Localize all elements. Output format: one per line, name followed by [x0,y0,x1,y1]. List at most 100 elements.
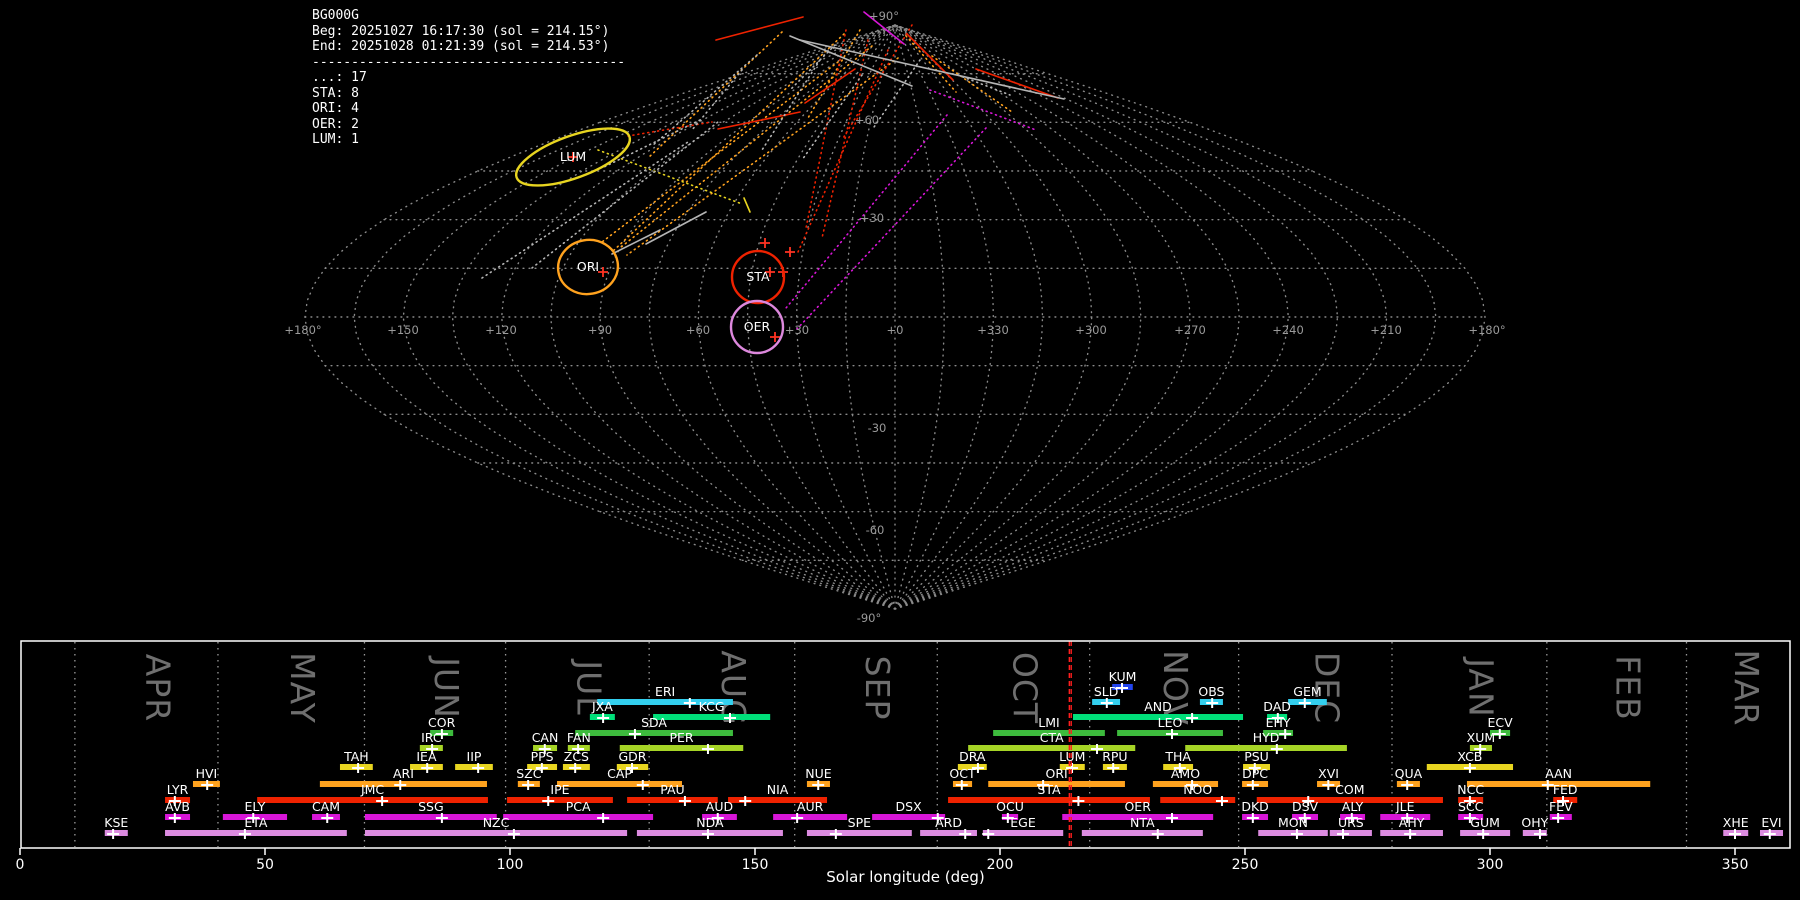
svg-text:+330: +330 [977,323,1009,337]
svg-text:ECV: ECV [1487,715,1513,730]
svg-text:ARD: ARD [935,815,962,830]
svg-text:CAN: CAN [532,730,559,745]
svg-text:FED: FED [1553,782,1578,797]
svg-text:DRA: DRA [959,749,986,764]
svg-text:+0: +0 [887,323,904,337]
svg-text:+30: +30 [860,211,884,225]
equator-labels: +180° +150 +120 +90 +60 +30 +0 +330 +300 +270 +240… [284,323,1505,337]
svg-text:PCA: PCA [566,799,591,814]
shower-CAM: CAM [312,799,340,823]
shower-OBS: OBS [1198,684,1225,708]
svg-text:JLE: JLE [1395,799,1415,814]
svg-text:HYD: HYD [1253,730,1280,745]
svg-text:KUM: KUM [1109,669,1137,684]
svg-text:+30: +30 [785,323,809,337]
svg-text:FEV: FEV [1549,799,1573,814]
svg-text:150: 150 [742,857,769,873]
shower-XCB: XCB [1426,749,1514,773]
svg-text:100: 100 [497,857,524,873]
svg-text:-30: -30 [868,421,887,435]
shower-TAH: TAH [339,749,373,773]
svg-text:DPC: DPC [1242,766,1268,781]
svg-text:+210: +210 [1370,323,1402,337]
svg-text:XUM: XUM [1467,730,1496,745]
svg-text:IIP: IIP [467,749,482,764]
svg-text:+120: +120 [485,323,517,337]
svg-text:IEA: IEA [416,749,437,764]
svg-text:HVI: HVI [196,766,218,781]
radiant-label-LUM: LUM [560,149,586,164]
shower-OCT: OCT [949,766,976,790]
svg-text:STA: STA [1037,782,1061,797]
svg-text:RPU: RPU [1102,749,1127,764]
svg-text:KCG: KCG [699,699,725,714]
svg-text:URS: URS [1338,815,1364,830]
svg-text:LEO: LEO [1158,715,1183,730]
info-block: BG000G Beg: 20251027 16:17:30 (sol = 214… [312,8,626,147]
svg-text:ERI: ERI [655,684,675,699]
svg-text:XHE: XHE [1723,815,1749,830]
svg-text:ARI: ARI [393,766,414,781]
shower-bars: KUM ERI SLD OBS GEM JXA KCG AND DAD COR SDA LMI LEO E… [104,669,1784,839]
shower-RPU: RPU [1102,749,1128,773]
svg-text:200: 200 [987,857,1014,873]
svg-text:350: 350 [1722,857,1749,873]
month-label-APR: APR [138,654,177,722]
svg-text:PPS: PPS [531,749,554,764]
month-label-FEB: FEB [1609,655,1648,720]
month-label-JUN: JUN [427,655,466,719]
svg-text:EVI: EVI [1761,815,1781,830]
month-labels: APR MAY JUN JUL AUG SEP OCT NOV DEC JAN FEB MAR [138,650,1766,727]
shower-ZCS: ZCS [562,749,590,773]
svg-text:OER: OER [1124,799,1151,814]
svg-text:-60: -60 [866,523,885,537]
svg-text:ORI: ORI [1045,766,1067,781]
svg-text:GEM: GEM [1293,684,1321,699]
svg-text:CTA: CTA [1040,730,1064,745]
svg-text:DAD: DAD [1263,699,1291,714]
svg-text:AUR: AUR [797,799,824,814]
shower-IIP: IIP [455,749,493,773]
svg-text:EGE: EGE [1010,815,1036,830]
svg-text:AAN: AAN [1545,766,1572,781]
svg-text:-90°: -90° [857,611,882,625]
svg-text:0: 0 [16,857,25,873]
svg-text:SSG: SSG [418,799,444,814]
svg-text:NDA: NDA [696,815,724,830]
svg-text:AVB: AVB [165,799,190,814]
sky-map: LUM ORI STA OER +180° +150 +120 +90 +60 +30 +0 +330… [284,9,1505,625]
svg-text:250: 250 [1232,857,1259,873]
shower-URS: URS [1329,815,1372,839]
svg-text:KSE: KSE [104,815,128,830]
svg-text:+90°: +90° [869,9,899,23]
svg-text:XVI: XVI [1318,766,1339,781]
meteor-radiant-report: LUM ORI STA OER +180° +150 +120 +90 +60 +30 +0 +330… [0,0,1800,900]
month-label-OCT: OCT [1005,652,1044,724]
svg-text:CAP: CAP [607,766,632,781]
svg-text:SZC: SZC [516,766,541,781]
svg-text:50: 50 [256,857,274,873]
svg-text:AND: AND [1144,699,1172,714]
shower-KSE: KSE [104,815,128,839]
svg-text:JMC: JMC [360,782,384,797]
svg-text:+60: +60 [686,323,710,337]
x-axis-title: Solar longitude (deg) [826,868,984,886]
month-label-MAY: MAY [283,652,322,724]
shower-GEM: GEM [1288,684,1327,708]
shower-NDA: NDA [636,815,783,839]
svg-text:DSX: DSX [896,799,923,814]
svg-text:QUA: QUA [1395,766,1423,781]
svg-text:PSU: PSU [1244,749,1269,764]
activity-timeline: APR MAY JUN JUL AUG SEP OCT NOV DEC JAN FEB MARKUME… [16,640,1791,886]
svg-text:+240: +240 [1272,323,1304,337]
svg-text:ELY: ELY [245,799,266,814]
shower-SLD: SLD [1092,684,1121,708]
svg-text:AUD: AUD [706,799,733,814]
month-label-SEP: SEP [858,656,897,721]
svg-text:+150: +150 [387,323,419,337]
shower-AVB: AVB [165,799,191,823]
shower-XHE: XHE [1723,815,1749,839]
shower-OHY: OHY [1521,815,1549,839]
svg-text:IPE: IPE [550,782,569,797]
svg-text:NUE: NUE [805,766,831,781]
